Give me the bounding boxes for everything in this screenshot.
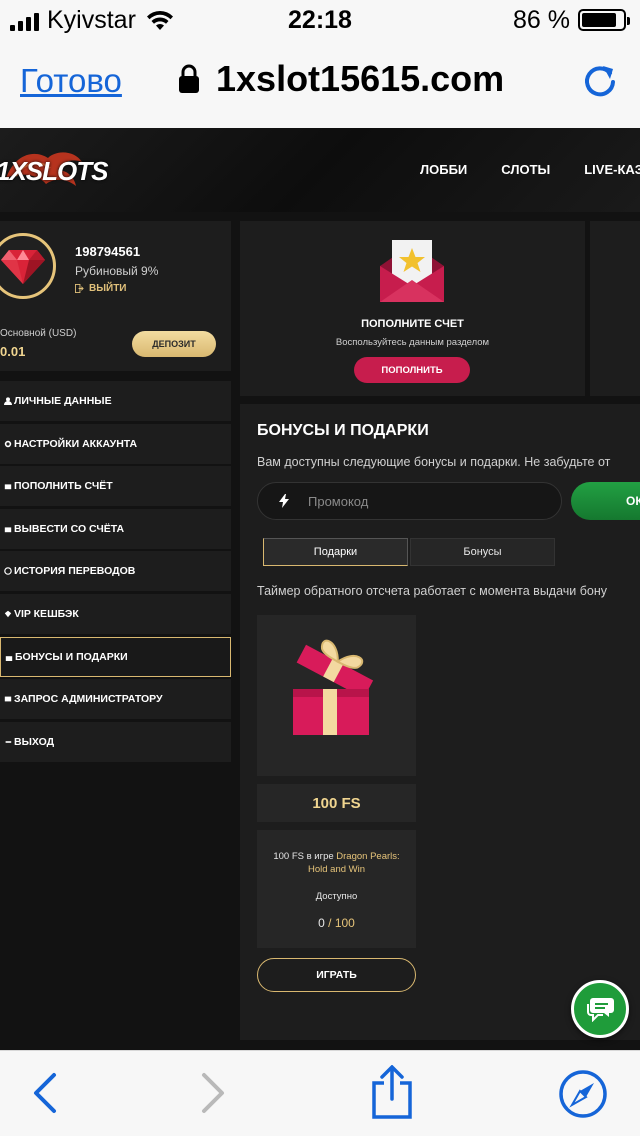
forward-icon[interactable]: [198, 1071, 228, 1115]
used-count: 0: [318, 916, 325, 930]
avatar: [0, 233, 56, 299]
sidebar-item-label: ЛИЧНЫЕ ДАННЫЕ: [14, 395, 112, 407]
balance-label: Основной (USD): [0, 328, 77, 339]
back-icon[interactable]: [30, 1071, 60, 1115]
battery-icon: [578, 9, 630, 31]
site-header: 1XSLOTS ЛОББИ СЛОТЫ LIVE-КАЗИНО: [0, 128, 640, 212]
gift-details: 100 FS в игре Dragon Pearls: Hold and Wi…: [257, 830, 416, 948]
chat-support-button[interactable]: [571, 980, 629, 1038]
vip-icon: [4, 610, 14, 618]
top-up-button[interactable]: ПОПОЛНИТЬ: [354, 357, 470, 383]
sidebar-item[interactable]: БОНУСЫ И ПОДАРКИ: [0, 636, 231, 677]
secondary-promo-card: [590, 221, 640, 396]
sidebar-item[interactable]: VIP КЕШБЭК: [0, 593, 231, 634]
chat-icon: [587, 998, 614, 1022]
free-spins-badge: 100 FS: [257, 784, 416, 822]
profile-card: 198794561 Рубиновый 9% ВЫЙТИ Основной (U…: [0, 221, 231, 371]
logout-icon: [75, 284, 84, 293]
logout-link[interactable]: ВЫЙТИ: [75, 283, 127, 294]
sidebar-item-label: VIP КЕШБЭК: [14, 607, 79, 620]
nav-live-casino[interactable]: LIVE-КАЗИНО: [584, 162, 640, 177]
bonuses-heading: БОНУСЫ И ПОДАРКИ: [257, 422, 429, 439]
timer-note: Таймер обратного отсчета работает с моме…: [257, 584, 608, 598]
sidebar-item-label: БОНУСЫ И ПОДАРКИ: [15, 650, 128, 663]
sidebar-item[interactable]: НАСТРОЙКИ АККАУНТА: [0, 423, 231, 464]
availability-label: Доступно: [315, 891, 358, 902]
nav-slots[interactable]: СЛОТЫ: [501, 162, 550, 177]
tab-gifts[interactable]: Подарки: [263, 538, 408, 566]
logout-label: ВЫЙТИ: [89, 283, 127, 294]
done-button[interactable]: Готово: [20, 62, 122, 100]
gift-game-prefix: 100 FS в игре: [273, 851, 334, 862]
deposit-icon: [4, 482, 14, 490]
nav-lobby[interactable]: ЛОББИ: [420, 162, 467, 177]
sidebar-item-label: ПОПОЛНИТЬ СЧЁТ: [14, 480, 113, 493]
bonuses-description: Вам доступны следующие бонусы и подарки.…: [257, 455, 611, 469]
browser-toolbar: [0, 1050, 640, 1136]
history-icon: [4, 567, 14, 576]
sidebar-item[interactable]: ПОПОЛНИТЬ СЧЁТ: [0, 466, 231, 507]
play-button[interactable]: ИГРАТЬ: [257, 958, 416, 992]
sidebar-item-label: ЗАПРОС АДМИНИСТРАТОРУ: [14, 693, 163, 706]
sidebar-item[interactable]: ЗАПРОС АДМИНИСТРАТОРУ: [0, 679, 231, 720]
site-logo[interactable]: 1XSLOTS: [0, 148, 126, 194]
sidebar-item[interactable]: ЛИЧНЫЕ ДАННЫЕ: [0, 381, 231, 421]
promo-subtitle: Воспользуйтесь данным разделом: [335, 337, 490, 348]
browser-address-bar: Готово 1xslot15615.com: [0, 40, 640, 128]
exit-icon: [4, 738, 14, 746]
balance-value: 0.01: [0, 344, 26, 359]
ruby-gem-icon: [1, 250, 45, 284]
reload-icon[interactable]: [580, 60, 620, 100]
user-icon: [4, 397, 14, 405]
envelope-star-icon: [380, 240, 444, 302]
deposit-promo-card: ПОПОЛНИТЕ СЧЕТ Воспользуйтесь данным раз…: [240, 221, 585, 396]
sidebar-item-label: ВЫВЕСТИ СО СЧЁТА: [14, 522, 125, 535]
withdraw-icon: [4, 525, 14, 533]
sidebar-item-label: НАСТРОЙКИ АККАУНТА: [14, 437, 138, 450]
total-count: 100: [334, 916, 355, 930]
sidebar-item-label: ВЫХОД: [14, 735, 55, 748]
bonus-tabs: Подарки Бонусы: [263, 538, 555, 566]
status-bar: Kyivstar 22:18 86 %: [0, 0, 640, 40]
page-url[interactable]: 1xslot15615.com: [216, 58, 504, 100]
support-icon: [4, 695, 14, 703]
lightning-icon: [279, 494, 289, 508]
tab-bonuses[interactable]: Бонусы: [410, 538, 555, 566]
availability-count: 0 / 100: [257, 916, 416, 930]
deposit-button[interactable]: ДЕПОЗИТ: [132, 331, 216, 357]
compass-icon[interactable]: [558, 1069, 608, 1119]
settings-icon: [4, 440, 14, 448]
user-id: 198794561: [75, 244, 141, 259]
gift-image-card: [257, 615, 416, 776]
gift-box-icon: [293, 639, 374, 735]
battery-percentage: 86 %: [513, 6, 570, 34]
bonuses-panel: БОНУСЫ И ПОДАРКИ Вам доступны следующие …: [240, 404, 640, 1040]
promo-code-input[interactable]: [308, 493, 528, 509]
user-level: Рубиновый 9%: [75, 264, 159, 278]
web-page: 1XSLOTS ЛОББИ СЛОТЫ LIVE-КАЗИНО 19879456…: [0, 128, 640, 1050]
sidebar-item-label: ИСТОРИЯ ПЕРЕВОДОВ: [14, 565, 136, 578]
share-icon[interactable]: [370, 1065, 414, 1119]
promo-ok-button[interactable]: ОК: [571, 482, 640, 520]
sidebar-item[interactable]: ИСТОРИЯ ПЕРЕВОДОВ: [0, 551, 231, 592]
promo-code-field[interactable]: [257, 482, 562, 520]
sidebar-item[interactable]: ВЫХОД: [0, 721, 231, 762]
sidebar-item[interactable]: ВЫВЕСТИ СО СЧЁТА: [0, 508, 231, 549]
logo-text: 1XSLOTS: [0, 156, 108, 186]
account-side-menu: ЛИЧНЫЕ ДАННЫЕ НАСТРОЙКИ АККАУНТА ПОПОЛНИТЬ…: [0, 381, 231, 764]
gift-game-line: 100 FS в игре Dragon Pearls: Hold and Wi…: [267, 850, 406, 876]
gift-icon: [5, 653, 15, 661]
count-separator: /: [324, 916, 335, 930]
promo-title: ПОПОЛНИТЕ СЧЕТ: [361, 318, 464, 330]
main-nav: ЛОББИ СЛОТЫ LIVE-КАЗИНО: [420, 162, 640, 177]
lock-icon: [179, 64, 199, 93]
